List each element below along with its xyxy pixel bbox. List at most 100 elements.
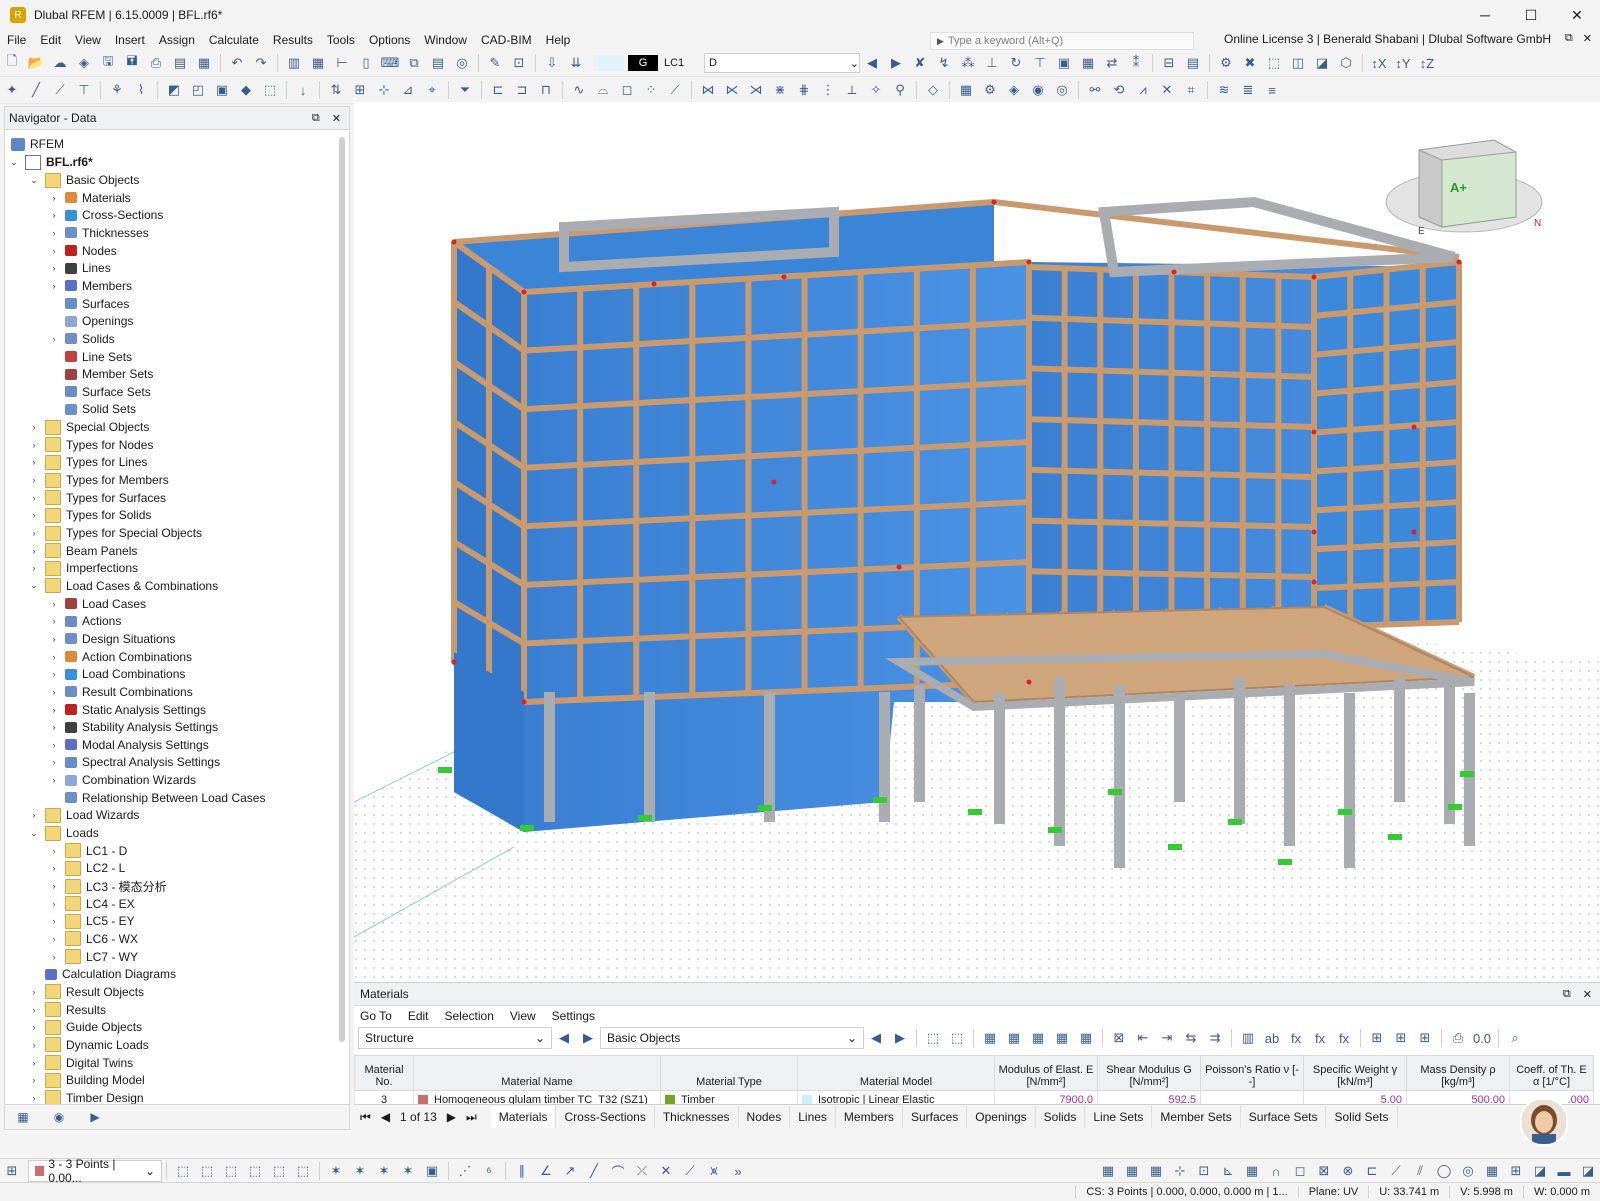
first-page-icon[interactable]: ⏮ (360, 1110, 371, 1125)
grid-icon[interactable]: ▦ (1078, 53, 1098, 73)
menu-view[interactable]: View (510, 1009, 536, 1023)
expand-icon[interactable]: › (47, 263, 61, 273)
prev-page-icon[interactable]: ◀ (381, 1110, 390, 1124)
snap-line-icon[interactable]: ▬ (1554, 1161, 1574, 1181)
snap-double-icon[interactable]: ⫽ (1410, 1161, 1430, 1181)
delete-icon[interactable]: ✕ (1157, 80, 1177, 100)
arrow-icon[interactable]: ↗ (560, 1161, 580, 1181)
cross-icon[interactable]: ✕ (656, 1161, 676, 1181)
tree-item[interactable]: Calculation Diagrams (27, 965, 176, 983)
restore-icon[interactable]: ⧉ (1565, 32, 1573, 45)
animation-icon[interactable]: ⇄ (1102, 53, 1122, 73)
ruler-icon[interactable]: ⊿ (398, 80, 418, 100)
undo-icon[interactable]: ↶ (227, 53, 247, 73)
support-insert-icon[interactable]: ⊤ (74, 80, 94, 100)
tree-root[interactable]: RFEM (7, 135, 64, 153)
redo-icon[interactable]: ↷ (251, 53, 271, 73)
next-icon[interactable]: ▶ (578, 1028, 598, 1048)
display2-icon[interactable]: ◉ (1028, 80, 1048, 100)
sel-3-icon[interactable]: ⬚ (221, 1161, 241, 1181)
expand-icon[interactable]: › (47, 652, 61, 662)
close-doc-icon[interactable]: ✕ (1583, 32, 1592, 45)
tree-item[interactable]: Relationship Between Load Cases (47, 789, 265, 807)
expand-icon[interactable]: › (47, 634, 61, 644)
load-case-dropdown[interactable]: D ⌄ (704, 53, 860, 73)
expand-icon[interactable]: › (27, 493, 41, 503)
zigzag-icon[interactable]: ⩙ (704, 1161, 724, 1181)
spring-icon[interactable]: ⌇ (131, 80, 151, 100)
dots-icon[interactable]: ⋰ (455, 1161, 475, 1181)
excel-icon[interactable]: ⊞ (1367, 1028, 1387, 1048)
line-icon[interactable]: ╱ (26, 80, 46, 100)
expand-icon[interactable]: › (27, 1093, 41, 1103)
tab-solids[interactable]: Solids (1036, 1106, 1086, 1128)
expand-icon[interactable]: › (27, 1058, 41, 1068)
magic-icon[interactable]: ✧ (866, 80, 886, 100)
tree-item[interactable]: › Lines (47, 259, 111, 277)
tree-item[interactable]: › Digital Twins (27, 1054, 133, 1072)
extend-icon[interactable]: ⟂ (842, 80, 862, 100)
next-load-case-icon[interactable]: ▶ (886, 53, 906, 73)
tree-item[interactable]: › LC3 - 模态分析 (47, 877, 167, 895)
navigator-scrollbar[interactable] (339, 137, 345, 1042)
col-spec-weight[interactable]: Specific Weight γ [kN/m³] (1303, 1055, 1407, 1091)
report-view-icon[interactable]: ▤ (428, 53, 448, 73)
cloud-icon[interactable]: ☁ (50, 53, 70, 73)
menu-file[interactable]: File (0, 33, 33, 47)
expand-icon[interactable]: › (47, 210, 61, 220)
pick-icon[interactable]: ⬚ (947, 1028, 967, 1048)
report-icon[interactable]: ▤ (170, 53, 190, 73)
expand-icon[interactable]: › (47, 899, 61, 909)
parallel-icon[interactable]: ∥ (512, 1161, 532, 1181)
tree-item[interactable]: › Building Model (27, 1071, 145, 1089)
print-table-icon[interactable]: ⎙ (1448, 1028, 1468, 1048)
snap-magnet-icon[interactable]: ∩ (1266, 1161, 1286, 1181)
tree-item[interactable]: › Guide Objects (27, 1018, 142, 1036)
rotate-icon[interactable]: ⟲ (1109, 80, 1129, 100)
selection-combo[interactable]: 3 - 3 Points | 0.00... ⌄ (28, 1157, 162, 1185)
tree-item[interactable]: › Load Wizards (27, 806, 139, 824)
menu-selection[interactable]: Selection (445, 1009, 494, 1023)
xxx-icon[interactable]: ⁂ (958, 53, 978, 73)
expand-icon[interactable]: › (47, 881, 61, 891)
tree-item[interactable]: › LC6 - WX (47, 930, 138, 948)
tree-item[interactable]: ⌄ Loads (27, 824, 99, 842)
columns-icon[interactable]: ▥ (1238, 1028, 1258, 1048)
tree-item[interactable]: › LC1 - D (47, 842, 127, 860)
snap-end-icon[interactable]: ⊡ (1194, 1161, 1214, 1181)
menu-insert[interactable]: Insert (108, 33, 152, 47)
import-icon[interactable]: ⇤ (1133, 1028, 1153, 1048)
col-modulus[interactable]: Modulus of Elast. E [N/mm²] (994, 1055, 1098, 1091)
tree-item[interactable]: › Results (27, 1001, 106, 1019)
save-icon[interactable]: 🖫 (98, 53, 118, 73)
excel-export-icon[interactable]: ⊞ (1391, 1028, 1411, 1048)
surface-icon[interactable]: ◩ (164, 80, 184, 100)
pen-icon[interactable]: ✎ (485, 53, 505, 73)
frame2-icon[interactable]: ⊐ (512, 80, 532, 100)
coordinate-icon[interactable]: ⊹ (374, 80, 394, 100)
table-results-icon[interactable]: ▤ (1183, 53, 1203, 73)
tree-item[interactable]: › Types for Lines (27, 453, 147, 471)
divide-icon[interactable]: ⋕ (794, 80, 814, 100)
tree-item[interactable]: › Types for Solids (27, 506, 151, 524)
snap-object-icon[interactable]: ▦ (1122, 1161, 1142, 1181)
close-button[interactable]: ✕ (1554, 0, 1600, 30)
table-view-icon[interactable]: ▦ (956, 80, 976, 100)
webservice-icon[interactable]: ◈ (74, 53, 94, 73)
tree-item[interactable]: › Solids (47, 330, 115, 348)
search-icon[interactable]: ⌕ (1505, 1028, 1525, 1048)
assistant-avatar[interactable] (1520, 1098, 1568, 1146)
tree-item[interactable]: › Dynamic Loads (27, 1036, 149, 1054)
expand-icon[interactable]: › (47, 705, 61, 715)
trim-icon[interactable]: ⤫ (632, 1161, 652, 1181)
menu-help[interactable]: Help (539, 33, 578, 47)
snap-square-icon[interactable]: ◻ (1290, 1161, 1310, 1181)
layers-icon[interactable]: ⧉ (404, 53, 424, 73)
webcam-icon[interactable]: ◎ (452, 53, 472, 73)
collapse-icon[interactable]: ⌄ (7, 157, 21, 168)
measure-icon[interactable]: ⊡ (509, 53, 529, 73)
member-icon[interactable]: ⟋ (50, 80, 70, 100)
close-panel-icon[interactable]: ✕ (1583, 988, 1592, 1001)
notes-icon[interactable]: ▦ (194, 53, 214, 73)
tree-item[interactable]: › Nodes (47, 242, 117, 260)
